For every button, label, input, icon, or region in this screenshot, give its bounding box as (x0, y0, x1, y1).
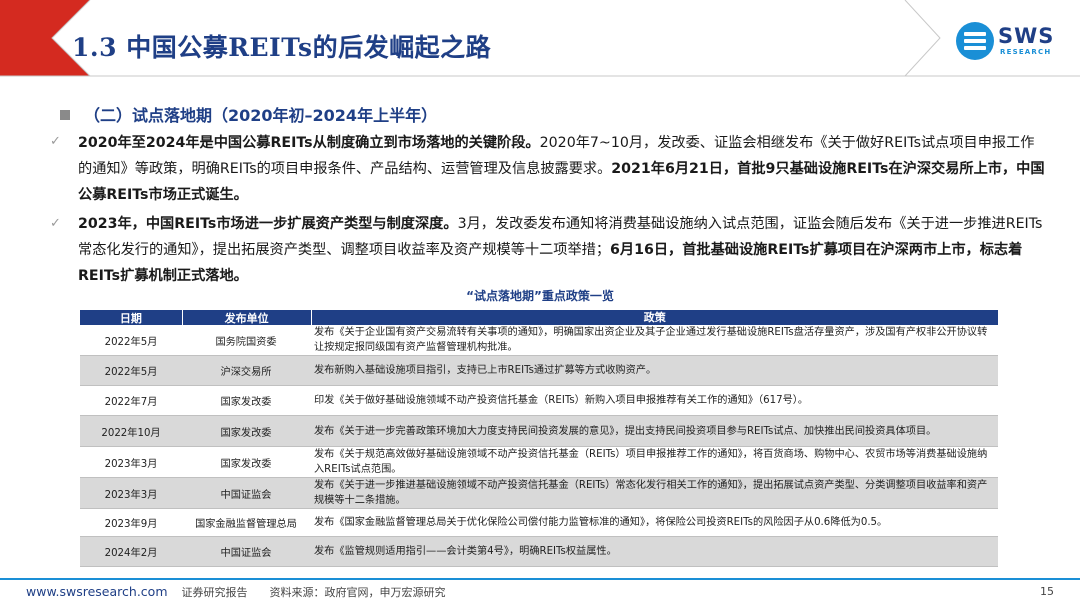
footer-website-link[interactable]: www.swsresearch.com (26, 584, 168, 599)
cell-date: 2024年2月 (80, 537, 182, 567)
cell-policy: 印发《关于做好基础设施领域不动产投资信托基金（REITs）新购入项目申报推荐有关… (310, 386, 998, 416)
footer-source: 资料来源：政府官网，申万宏源研究 (269, 586, 446, 599)
cell-org: 国家发改委 (182, 416, 310, 447)
cell-org: 国务院国资委 (182, 325, 310, 356)
table-row: 2022年5月 沪深交易所 发布新购入基础设施项目指引，支持已上市REITs通过… (80, 356, 998, 386)
cell-policy: 发布《国家金融监督管理总局关于优化保险公司偿付能力监管标准的通知》，将保险公司投… (310, 509, 998, 537)
header-policy: 政策 (643, 311, 666, 324)
cell-org: 中国证监会 (182, 478, 310, 509)
paragraph-2-bold-lead: 2023年，中国REITs市场进一步扩展资产类型与制度深度。 (78, 216, 458, 232)
table-row: 2023年3月 中国证监会 发布《关于进一步推进基础设施领域不动产投资信托基金（… (80, 478, 998, 509)
cell-policy: 发布《关于规范高效做好基础设施领域不动产投资信托基金（REITs）项目申报推荐工… (310, 447, 998, 478)
check-bullet-icon: ✓ (50, 216, 61, 231)
cell-policy: 发布《关于企业国有资产交易流转有关事项的通知》，明确国家出资企业及其子企业通过发… (310, 325, 998, 356)
table-row: 2022年5月 国务院国资委 发布《关于企业国有资产交易流转有关事项的通知》，明… (80, 325, 998, 356)
table-row: 2022年7月 国家发改委 印发《关于做好基础设施领域不动产投资信托基金（REI… (80, 386, 998, 416)
cell-org: 国家发改委 (182, 386, 310, 416)
cell-date: 2022年5月 (80, 325, 182, 356)
cell-org: 中国证监会 (182, 537, 310, 567)
header-bar: 1.3 中国公募REITs的后发崛起之路 SWS RESEARCH (0, 0, 1080, 90)
logo-text: SWS (998, 24, 1055, 48)
square-bullet-icon (60, 110, 70, 120)
cell-date: 2023年3月 (80, 478, 182, 509)
section-heading: （二）试点落地期（2020年初–2024年上半年） (60, 102, 437, 126)
cell-org: 国家金融监督管理总局 (182, 509, 310, 537)
cell-date: 2022年5月 (80, 356, 182, 386)
cell-org: 沪深交易所 (182, 356, 310, 386)
cell-org: 国家发改委 (182, 447, 310, 478)
header-org: 发布单位 (183, 310, 312, 325)
table-row: 2023年3月 国家发改委 发布《关于规范高效做好基础设施领域不动产投资信托基金… (80, 447, 998, 478)
cell-policy: 发布《关于进一步推进基础设施领域不动产投资信托基金（REITs）常态化发行相关工… (310, 478, 998, 509)
table-row: 2023年9月 国家金融监督管理总局 发布《国家金融监督管理总局关于优化保险公司… (80, 509, 998, 537)
table-row: 2024年2月 中国证监会 发布《监管规则适用指引——会计类第4号》，明确REI… (80, 537, 998, 567)
cell-date: 2022年10月 (80, 416, 182, 447)
cell-policy: 发布新购入基础设施项目指引，支持已上市REITs通过扩募等方式收购资产。 (310, 356, 998, 386)
cell-date: 2022年7月 (80, 386, 182, 416)
cell-policy: 发布《监管规则适用指引——会计类第4号》，明确REITs权益属性。 (310, 537, 998, 567)
cell-date: 2023年3月 (80, 447, 182, 478)
table-title: “试点落地期”重点政策一览 (466, 289, 614, 303)
logo-subtext: RESEARCH (1000, 48, 1052, 56)
footer-divider (0, 578, 1080, 580)
paragraph-2: 2023年，中国REITs市场进一步扩展资产类型与制度深度。3月，发改委发布通知… (78, 211, 1048, 289)
cell-date: 2023年9月 (80, 509, 182, 537)
check-bullet-icon: ✓ (50, 134, 61, 149)
policy-table: 日期 发布单位 政策 2022年5月 国务院国资委 发布《关于企业国有资产交易流… (80, 310, 998, 567)
logo-circle-icon (956, 22, 994, 60)
table-header-row: 日期 发布单位 政策 (80, 310, 998, 325)
paragraph-1: 2020年至2024年是中国公募REITs从制度确立到市场落地的关键阶段。202… (78, 130, 1048, 208)
sws-logo: SWS RESEARCH (956, 20, 1060, 64)
table-row: 2022年10月 国家发改委 发布《关于进一步完善政策环境加大力度支持民间投资发… (80, 416, 998, 447)
header-date: 日期 (80, 310, 183, 325)
section-title: （二）试点落地期（2020年初–2024年上半年） (84, 106, 438, 125)
paragraph-1-bold-lead: 2020年至2024年是中国公募REITs从制度确立到市场落地的关键阶段。 (78, 135, 540, 151)
cell-policy: 发布《关于进一步完善政策环境加大力度支持民间投资发展的意见》，提出支持民间投资项… (310, 416, 998, 447)
footer: www.swsresearch.com 证券研究报告 资料来源：政府官网，申万宏源研… (26, 584, 446, 600)
page-number: 15 (1040, 585, 1054, 598)
footer-report-label: 证券研究报告 (181, 586, 248, 599)
page-title: 1.3 中国公募REITs的后发崛起之路 (72, 33, 492, 62)
